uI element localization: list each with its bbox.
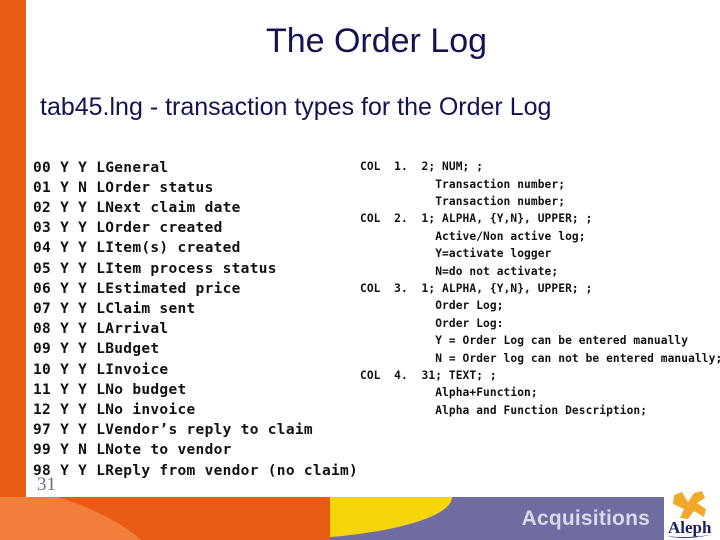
aleph-wordmark: Aleph xyxy=(668,518,712,537)
slide-footer: Acquisitions xyxy=(0,497,720,540)
code-listing-region: 00 Y Y LGeneral 01 Y N LOrder status 02 … xyxy=(26,143,720,479)
slide-canvas: The Order Log tab45.lng - transaction ty… xyxy=(0,0,720,540)
aleph-logo: Aleph xyxy=(664,489,720,540)
page-subtitle: tab45.lng - transaction types for the Or… xyxy=(40,93,552,121)
page-number: 31 xyxy=(37,474,56,495)
footer-section-label: Acquisitions xyxy=(521,507,650,530)
column-specification-listing: COL 1. 2; NUM; ; Transaction number; Tra… xyxy=(360,160,720,417)
transaction-type-listing: 00 Y Y LGeneral 01 Y N LOrder status 02 … xyxy=(33,159,359,479)
page-title: The Order Log xyxy=(265,22,488,60)
